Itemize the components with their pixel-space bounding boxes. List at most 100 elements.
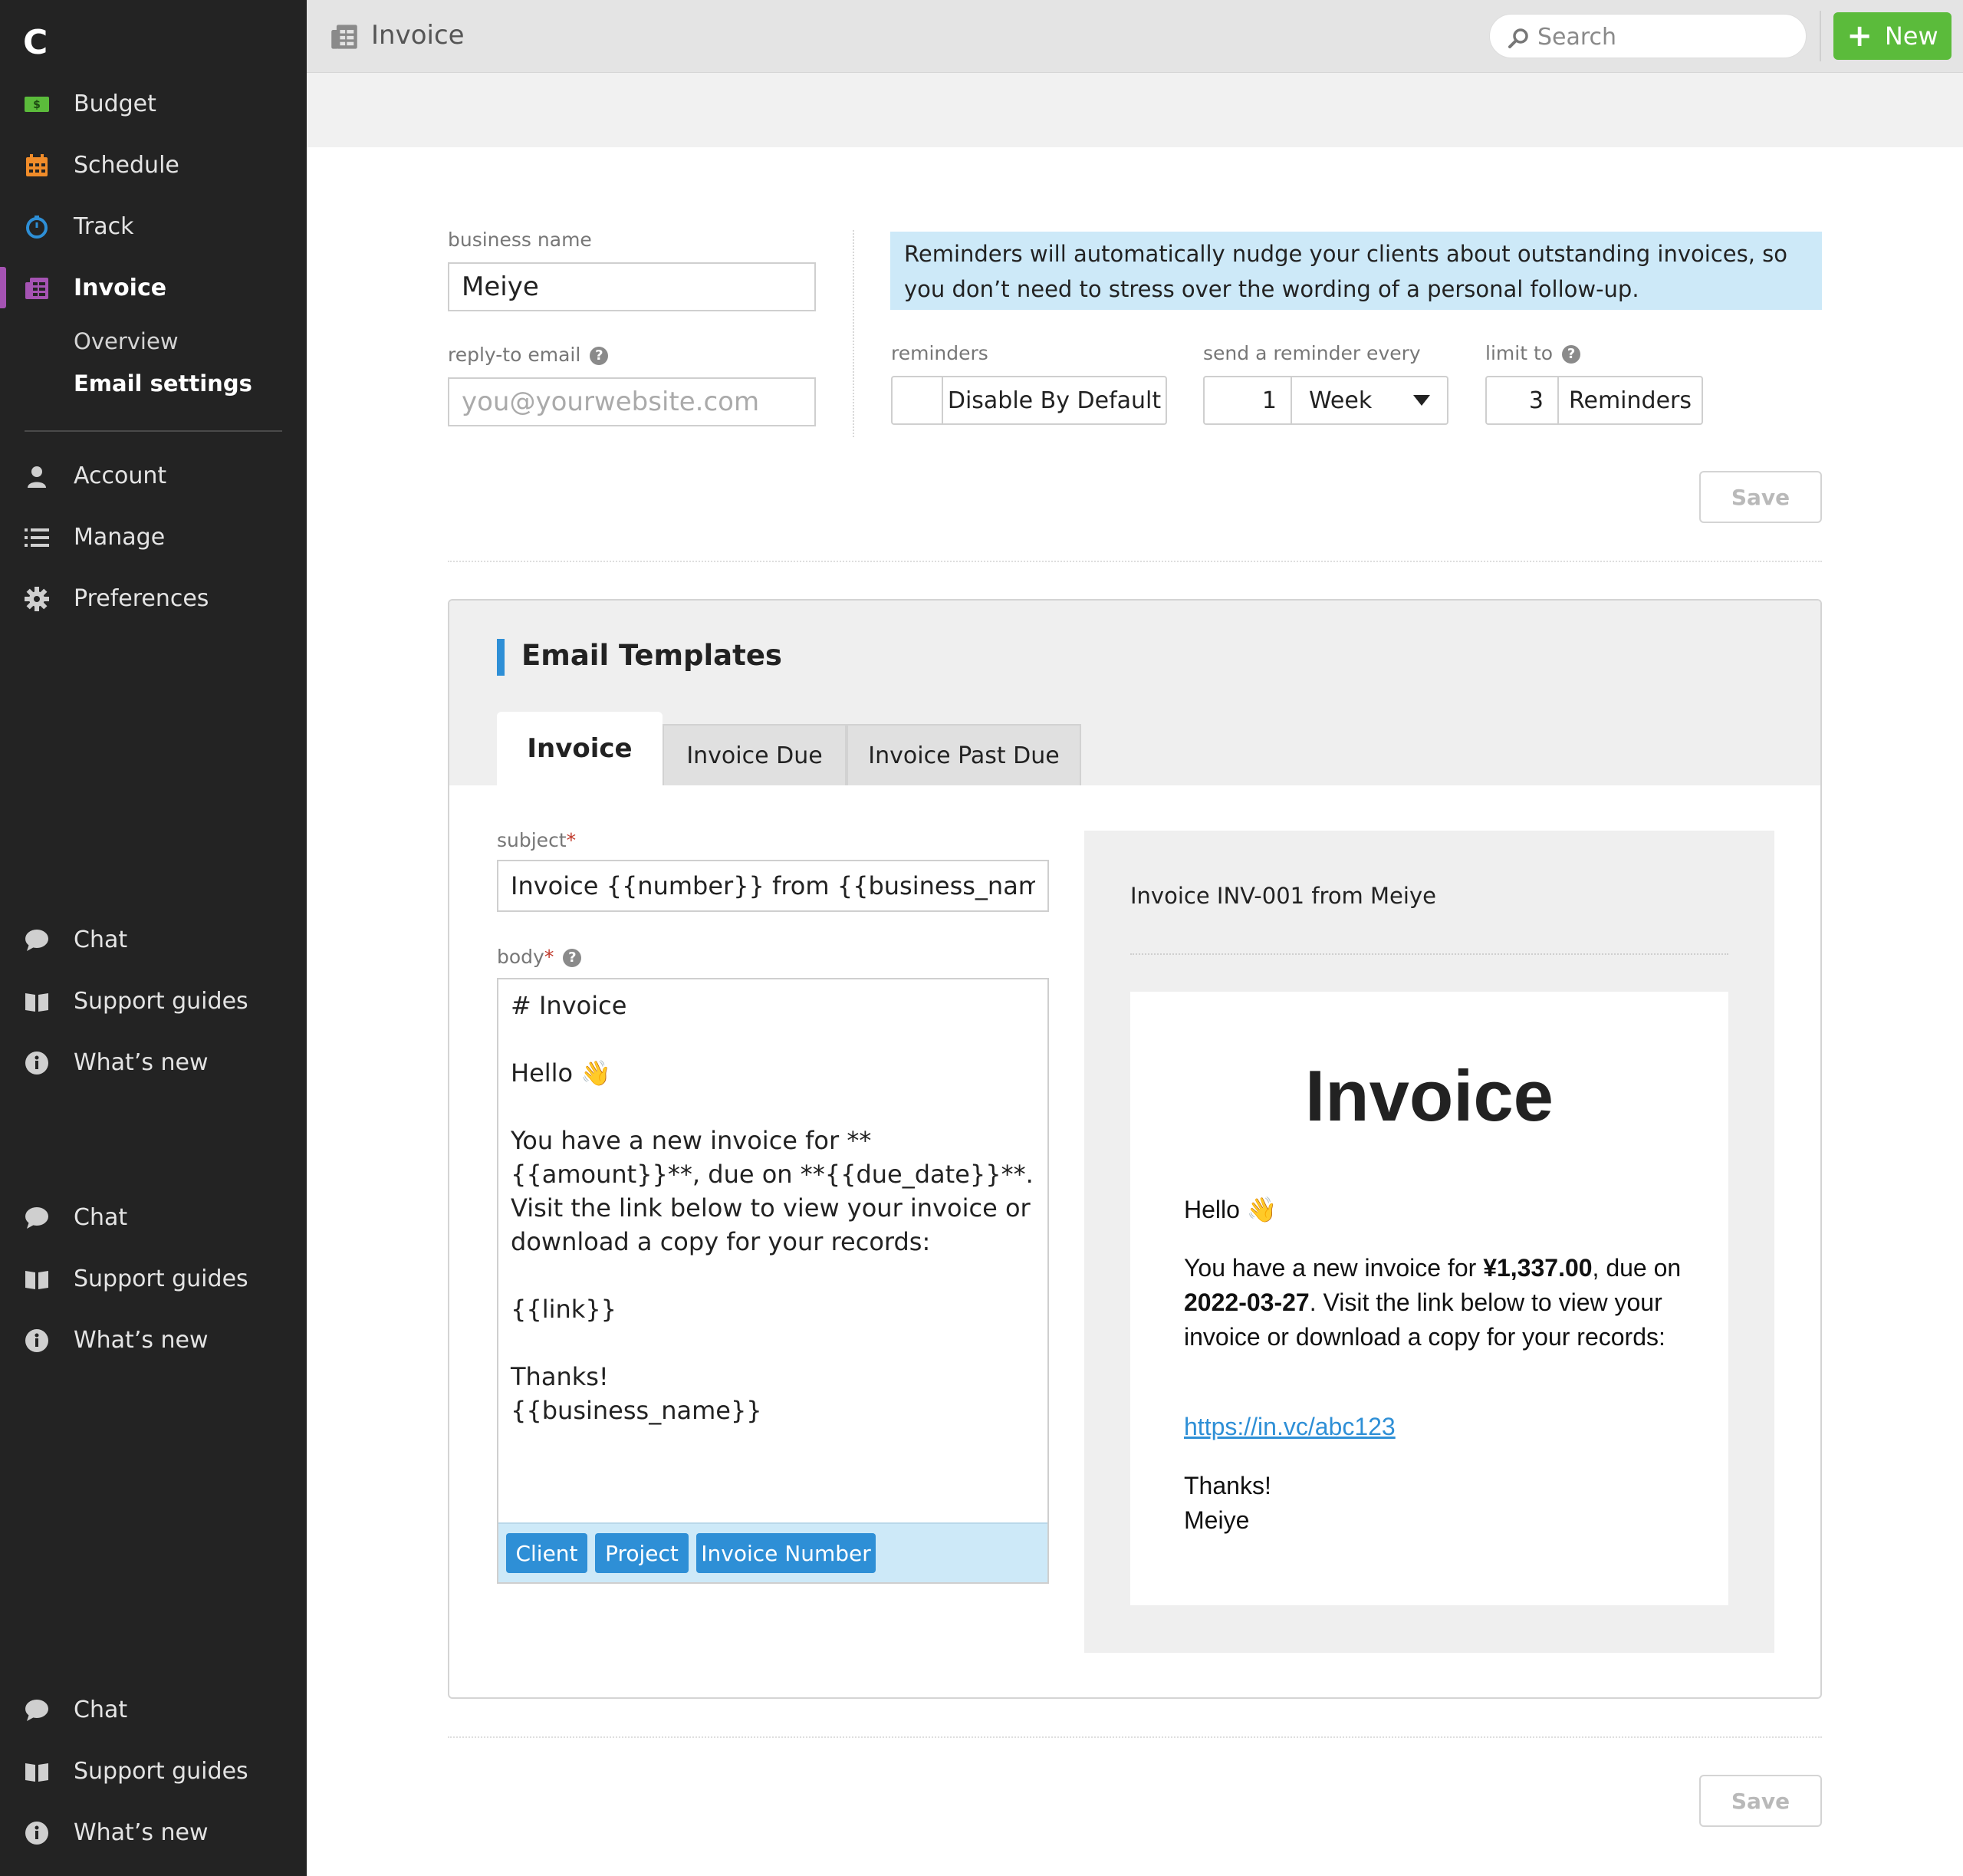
- body-textarea[interactable]: # Invoice Hello 👋 You have a new invoice…: [511, 989, 1040, 1427]
- person-icon: [21, 462, 52, 490]
- sidebar-item-label: Account: [74, 462, 167, 489]
- required-mark: *: [544, 946, 554, 968]
- sidebar-item-support-guides[interactable]: Support guides: [0, 1252, 307, 1305]
- send-every-number-input[interactable]: 1: [1205, 377, 1292, 423]
- tab-invoice-due[interactable]: Invoice Due: [663, 724, 847, 785]
- help-icon[interactable]: ?: [563, 949, 582, 967]
- send-every-unit-select[interactable]: Week: [1292, 377, 1447, 423]
- book-icon: [21, 1758, 52, 1785]
- section-divider: [448, 1736, 1822, 1738]
- preview-divider: [1130, 953, 1728, 955]
- preview-text: You have a new invoice for: [1184, 1254, 1484, 1282]
- sidebar-item-support-guides[interactable]: Support guides: [0, 1744, 307, 1798]
- sidebar-item-invoice[interactable]: Invoice: [0, 261, 307, 314]
- sidebar-item-account[interactable]: Account: [0, 449, 307, 502]
- header-band: [307, 73, 1963, 147]
- top-bar: Invoice + New: [307, 0, 1963, 73]
- sidebar-item-label: Invoice: [74, 274, 167, 301]
- sidebar-item-label: What’s new: [74, 1326, 209, 1354]
- sidebar-subitem-overview[interactable]: Overview: [74, 328, 179, 354]
- subject-input[interactable]: [497, 860, 1049, 912]
- sidebar-divider: [25, 430, 282, 432]
- sidebar-item-schedule[interactable]: Schedule: [0, 138, 307, 192]
- reply-to-label: reply-to email?: [448, 344, 609, 366]
- sidebar-item-label: Support guides: [74, 1265, 248, 1292]
- new-button[interactable]: + New: [1833, 12, 1951, 60]
- sidebar-item-track[interactable]: Track: [0, 199, 307, 253]
- sidebar-item-chat[interactable]: Chat: [0, 1190, 307, 1244]
- send-every-group: 1 Week: [1203, 376, 1448, 425]
- section-divider: [448, 561, 1822, 562]
- business-name-input[interactable]: [448, 262, 816, 311]
- form-divider: [853, 230, 854, 437]
- limit-label-text: limit to: [1485, 342, 1554, 364]
- sidebar-item-preferences[interactable]: Preferences: [0, 571, 307, 625]
- tag-invoice-number-button[interactable]: Invoice Number: [696, 1533, 876, 1573]
- help-icon[interactable]: ?: [590, 347, 609, 365]
- sidebar-item-chat[interactable]: Chat: [0, 913, 307, 966]
- info-icon: [21, 1049, 52, 1077]
- preview-message: You have a new invoice for ¥1,337.00, du…: [1184, 1251, 1682, 1354]
- sidebar-item-label: Support guides: [74, 1757, 248, 1785]
- page-title: Invoice: [371, 20, 465, 51]
- subject-label-text: subject: [497, 829, 567, 851]
- preview-signature: Meiye: [1184, 1506, 1250, 1534]
- timer-icon: [21, 213, 52, 241]
- reminders-toggle[interactable]: Disable By Default: [891, 376, 1167, 425]
- sidebar-item-whats-new[interactable]: What’s new: [0, 1035, 307, 1089]
- sidebar-item-label: What’s new: [74, 1818, 209, 1846]
- preview-card: Invoice Hello 👋 You have a new invoice f…: [1130, 992, 1728, 1605]
- sidebar-item-label: Chat: [74, 926, 128, 953]
- reply-to-label-text: reply-to email: [448, 344, 581, 366]
- merge-tag-bar: Client Project Invoice Number: [498, 1522, 1047, 1582]
- body-label: body*?: [497, 946, 582, 968]
- budget-icon: $: [21, 91, 52, 118]
- new-button-label: New: [1884, 21, 1938, 51]
- search-input[interactable]: [1537, 22, 1790, 51]
- sidebar-item-whats-new[interactable]: What’s new: [0, 1313, 307, 1367]
- reminders-value: Disable By Default: [947, 387, 1162, 414]
- title-accent-bar: [497, 639, 505, 676]
- help-icon[interactable]: ?: [1562, 345, 1581, 364]
- sidebar-item-chat[interactable]: Chat: [0, 1683, 307, 1736]
- app-logo[interactable]: C: [23, 23, 54, 62]
- reminders-checkbox[interactable]: [893, 377, 943, 423]
- sidebar-item-label: Track: [74, 212, 134, 240]
- save-settings-button[interactable]: Save: [1699, 471, 1822, 523]
- preview-text: , due on: [1592, 1254, 1682, 1282]
- reply-to-email-input[interactable]: [448, 377, 816, 426]
- preview-amount: ¥1,337.00: [1483, 1254, 1593, 1282]
- limit-group: 3 Reminders: [1485, 376, 1703, 425]
- preview-link[interactable]: https://in.vc/abc123: [1184, 1413, 1396, 1440]
- tab-invoice-past-due[interactable]: Invoice Past Due: [847, 724, 1081, 785]
- limit-label: limit to?: [1485, 342, 1581, 364]
- required-mark: *: [566, 829, 577, 851]
- tab-invoice[interactable]: Invoice: [497, 712, 663, 785]
- sidebar-item-manage[interactable]: Manage: [0, 510, 307, 564]
- sidebar-item-budget[interactable]: $ Budget: [0, 77, 307, 130]
- reminders-label: reminders: [891, 342, 988, 364]
- book-icon: [21, 1265, 52, 1293]
- sidebar-item-support-guides[interactable]: Support guides: [0, 974, 307, 1028]
- tag-client-button[interactable]: Client: [506, 1533, 587, 1573]
- save-templates-button[interactable]: Save: [1699, 1775, 1822, 1827]
- preview-heading: Invoice: [1305, 1055, 1554, 1136]
- reminders-info-box: Reminders will automatically nudge your …: [890, 232, 1822, 310]
- sidebar-item-label: Schedule: [74, 151, 179, 179]
- sidebar-item-whats-new[interactable]: What’s new: [0, 1805, 307, 1859]
- invoice-icon: [330, 23, 359, 51]
- email-templates-header: Email Templates Invoice Invoice Due Invo…: [449, 601, 1820, 785]
- email-templates-title: Email Templates: [521, 639, 782, 672]
- send-every-label: send a reminder every: [1203, 342, 1421, 364]
- sidebar-item-label: Manage: [74, 523, 166, 551]
- calendar-icon: [21, 152, 52, 179]
- preview-thanks: Thanks!: [1184, 1472, 1271, 1499]
- tag-project-button[interactable]: Project: [595, 1533, 689, 1573]
- limit-number-input[interactable]: 3: [1487, 377, 1559, 423]
- body-editor[interactable]: # Invoice Hello 👋 You have a new invoice…: [497, 978, 1049, 1584]
- search-box[interactable]: [1489, 14, 1807, 58]
- sidebar: C $ Budget Schedule Track Invoice Overvi…: [0, 0, 307, 1876]
- invoice-icon: [21, 275, 52, 302]
- sidebar-subitem-email-settings[interactable]: Email settings: [74, 370, 252, 397]
- sidebar-item-label: What’s new: [74, 1048, 209, 1076]
